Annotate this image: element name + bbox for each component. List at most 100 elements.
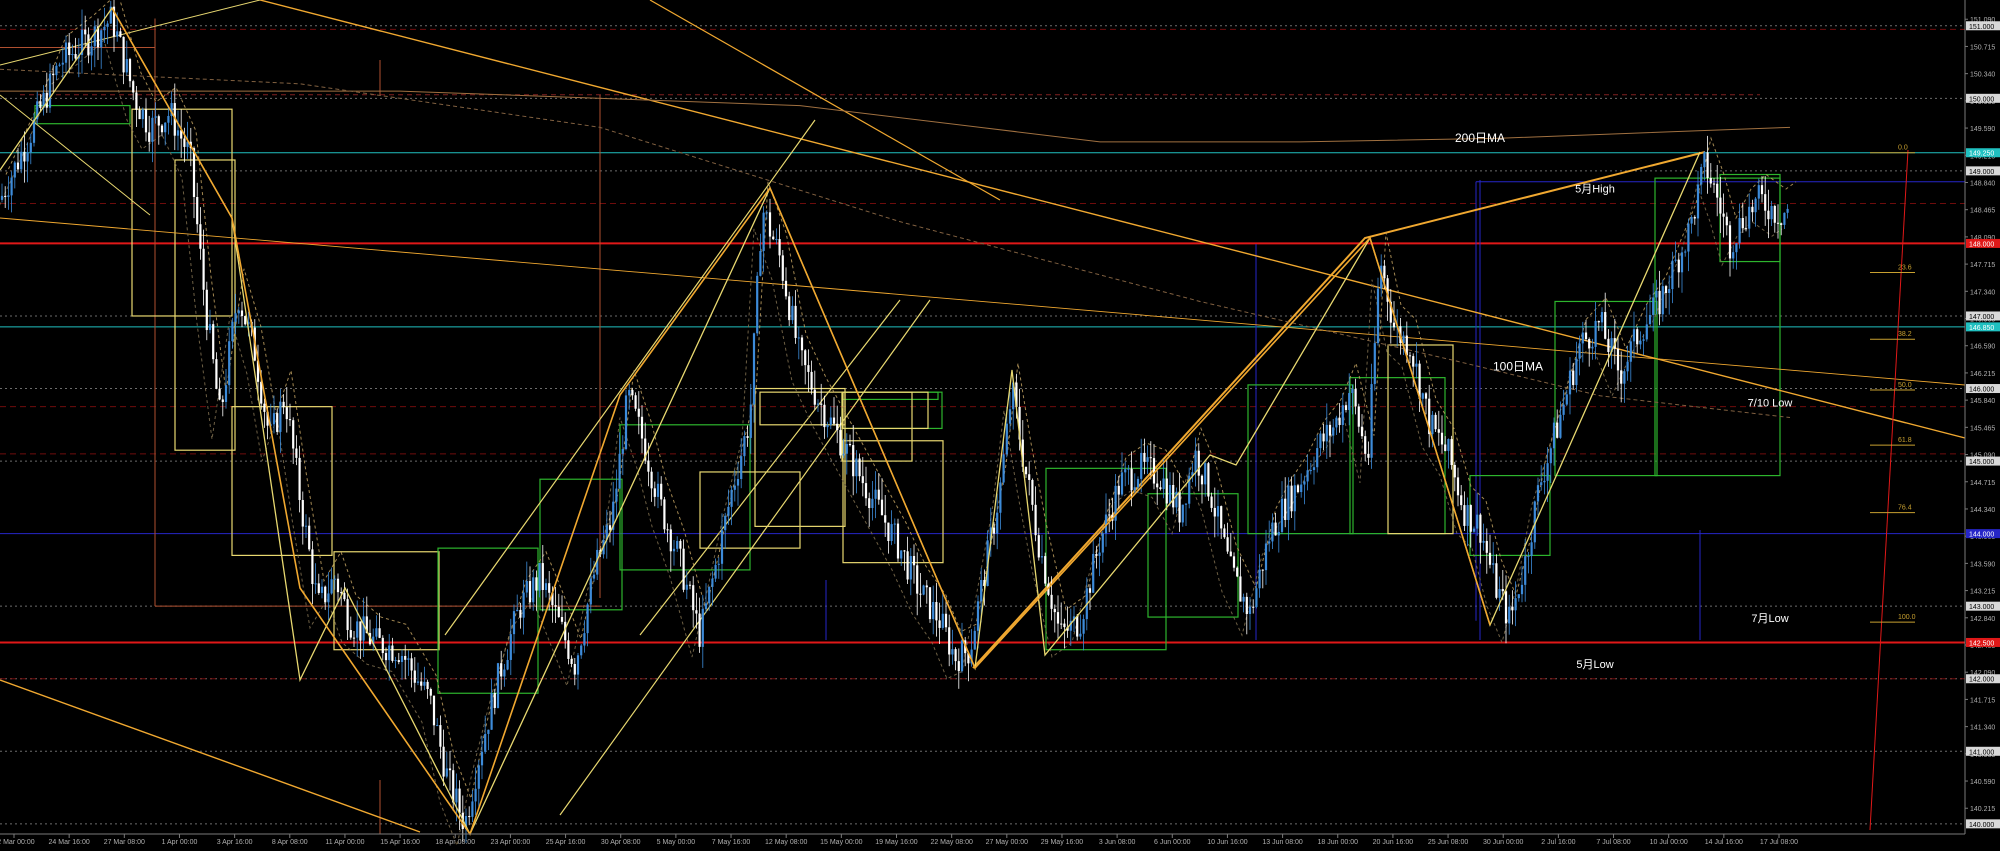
candle-body: [1261, 569, 1264, 571]
candle-body: [1559, 414, 1562, 438]
candle-body: [1130, 468, 1133, 491]
price-tag-8: 145.000: [1969, 459, 1994, 466]
fib-label-5: 76.4: [1898, 505, 1912, 512]
ytick-label-18: 144.340: [1970, 507, 1995, 514]
candle-body: [1223, 528, 1226, 538]
candle-body: [823, 404, 826, 428]
candle-body: [68, 42, 71, 56]
candle-body: [151, 117, 154, 142]
candle-body: [1088, 588, 1092, 593]
forex-candlestick-chart[interactable]: 0.0 23.6 38.2 50.0 61.8 76.4 100.0 200日MA 100日M…: [0, 0, 2000, 848]
candle-body: [1034, 504, 1037, 536]
price-tag-10: 143.000: [1969, 604, 1994, 611]
candle-body: [416, 681, 420, 683]
candle-body: [1626, 361, 1629, 372]
candle-body: [1764, 194, 1767, 211]
candle-body: [772, 236, 775, 240]
candle-body: [1536, 485, 1540, 502]
candle-body: [1376, 288, 1380, 344]
candle-body: [384, 653, 388, 661]
candle-body: [832, 417, 836, 424]
candle-body: [490, 692, 493, 730]
candle-body: [52, 73, 55, 76]
candle-body: [573, 663, 576, 675]
candle-body: [752, 333, 756, 405]
candle-body: [1328, 424, 1332, 436]
candle-body: [903, 550, 906, 552]
candle-body: [560, 616, 564, 622]
candle-body: [410, 658, 413, 671]
candle-body: [762, 212, 765, 252]
candle-body: [1040, 556, 1044, 558]
candle-body: [592, 574, 596, 579]
candle-body: [692, 585, 695, 611]
candle-body: [583, 633, 586, 646]
price-tag-1: 150.000: [1969, 96, 1994, 103]
candle-body: [1149, 457, 1152, 459]
candle-body: [538, 563, 541, 591]
annotation-0: 5月High: [1575, 184, 1615, 196]
candle-body: [10, 177, 13, 196]
candle-body: [631, 390, 634, 396]
candle-body: [919, 593, 922, 595]
candle-body: [708, 586, 711, 604]
candle-body: [1252, 606, 1255, 608]
candle-body: [1469, 505, 1472, 532]
price-tag-4: 148.000: [1969, 241, 1994, 248]
candle-body: [1050, 594, 1053, 609]
candle-body: [1453, 464, 1456, 478]
candle-body: [1028, 474, 1031, 480]
candle-body: [154, 116, 157, 118]
xtick-label-31: 14 Jul 16:00: [1705, 839, 1743, 846]
candle-body: [679, 540, 682, 549]
candle-body: [317, 583, 320, 593]
candle-body: [1264, 543, 1268, 571]
candle-body: [1565, 394, 1568, 405]
candle-body: [1079, 633, 1082, 637]
candle-body: [1124, 469, 1127, 473]
xtick-label-19: 29 May 16:00: [1041, 839, 1084, 846]
candle-body: [224, 385, 228, 402]
candle-body: [1095, 553, 1098, 556]
candle-body: [1780, 223, 1783, 225]
xtick-label-2: 27 Mar 08:00: [104, 839, 145, 846]
candle-body: [1424, 393, 1428, 399]
candle-body: [839, 430, 842, 456]
ma-label-0: 200日MA: [1455, 131, 1505, 145]
candle-body: [1140, 452, 1143, 479]
candle-body: [1700, 167, 1703, 185]
candle-body: [733, 485, 736, 490]
xtick-label-22: 10 Jun 16:00: [1207, 839, 1248, 846]
candle-body: [1520, 584, 1524, 595]
candle-body: [1437, 429, 1440, 433]
candle-body: [39, 101, 42, 108]
xtick-label-11: 30 Apr 08:00: [601, 839, 641, 846]
candle-body: [455, 788, 458, 803]
price-axis: 151.090150.715150.340149.965149.590149.2…: [1964, 0, 2000, 846]
candle-body: [1594, 320, 1597, 347]
xtick-label-17: 22 May 08:00: [930, 839, 973, 846]
candle-body: [1552, 422, 1556, 449]
candle-body: [1322, 433, 1325, 442]
chart-canvas[interactable]: 0.0 23.6 38.2 50.0 61.8 76.4 100.0 200日MA 100日M…: [0, 0, 2000, 848]
ytick-label-9: 147.715: [1970, 262, 1995, 269]
candle-body: [1197, 450, 1200, 476]
candle-body: [304, 525, 308, 527]
candle-body: [330, 579, 333, 594]
candle-body: [1744, 228, 1748, 230]
candle-body: [576, 655, 580, 675]
candle-body: [432, 695, 436, 726]
candle-body: [125, 59, 128, 73]
candle-body: [1629, 341, 1632, 362]
candle-body: [420, 681, 423, 686]
candle-body: [727, 506, 730, 516]
candle-body: [1364, 436, 1367, 454]
candle-body: [1440, 432, 1444, 445]
candle-body: [922, 585, 925, 595]
candle-body: [797, 337, 800, 339]
candle-body: [701, 608, 704, 647]
candle-body: [493, 692, 496, 708]
candle-body: [439, 725, 442, 747]
candle-body: [1444, 444, 1447, 451]
candle-body: [1421, 393, 1424, 399]
